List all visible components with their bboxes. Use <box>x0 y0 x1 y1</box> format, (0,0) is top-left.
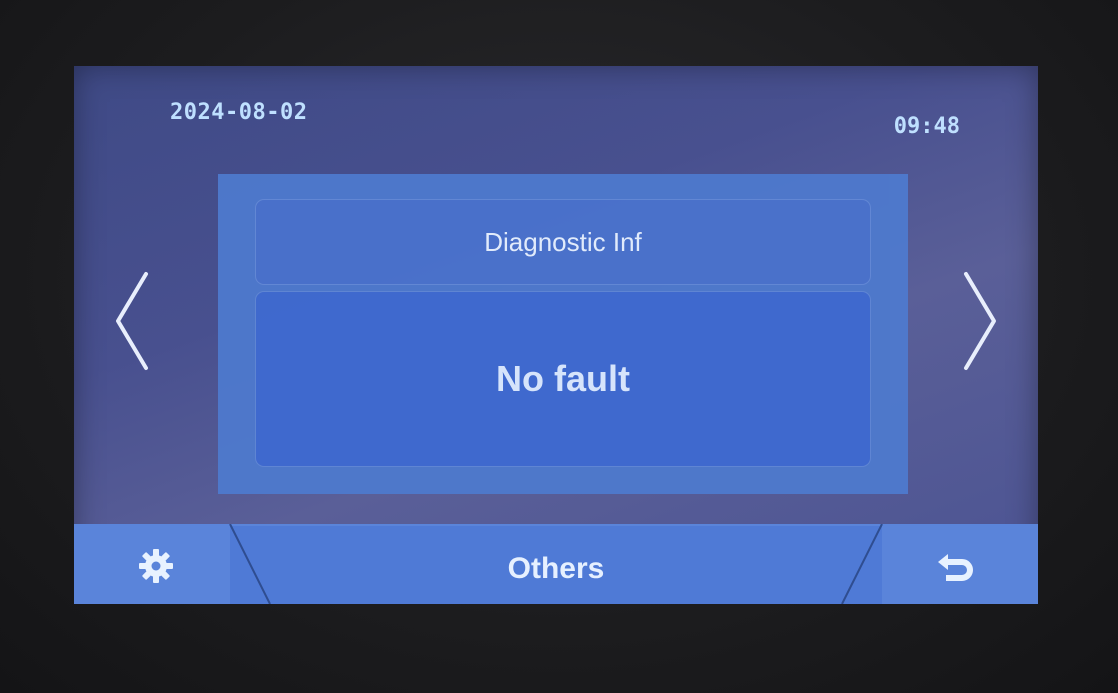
back-arrow-icon <box>938 554 973 581</box>
chevron-right-icon <box>964 272 996 370</box>
diagnostic-panel: Diagnostic Inf No fault <box>218 174 908 494</box>
display-screen: 2024-08-02 09:48 Diagnostic Inf No fault <box>74 66 1038 604</box>
date-display: 2024-08-02 <box>170 100 308 125</box>
back-button[interactable] <box>932 544 980 588</box>
chevron-left-icon <box>116 272 148 370</box>
time-display: 09:48 <box>893 114 960 139</box>
panel-title: Diagnostic Inf <box>256 200 870 284</box>
settings-button[interactable] <box>134 544 178 588</box>
previous-page-button[interactable] <box>108 266 158 376</box>
menu-title: Others <box>507 552 605 585</box>
next-page-button[interactable] <box>954 266 1004 376</box>
bottom-menu-bar: Others <box>74 524 1038 604</box>
gear-icon <box>139 549 173 583</box>
fault-status: No fault <box>256 292 870 466</box>
device-bezel: 2024-08-02 09:48 Diagnostic Inf No fault <box>0 0 1118 693</box>
